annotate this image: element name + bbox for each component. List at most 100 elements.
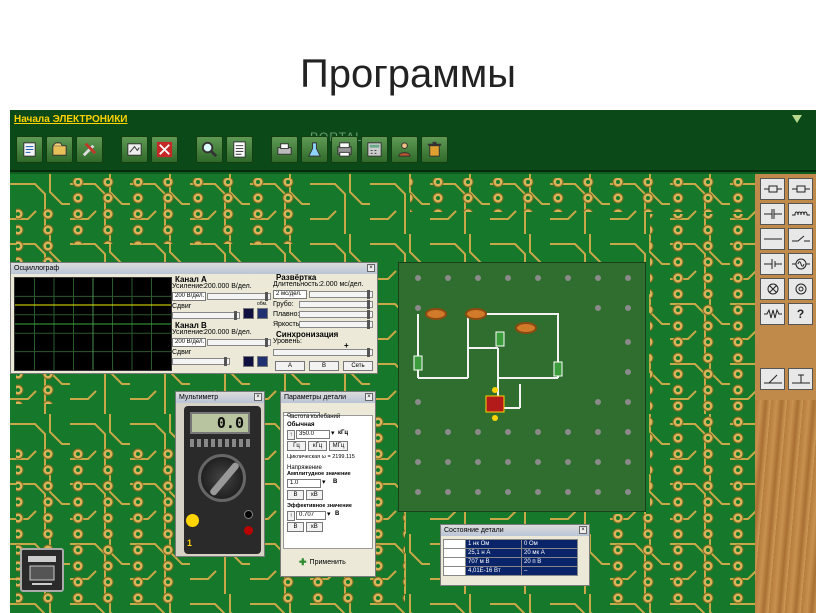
- close-icon[interactable]: ×: [254, 393, 262, 401]
- delete-button[interactable]: [151, 136, 178, 163]
- channel-b-gain-select[interactable]: 200 В/дел.: [172, 338, 206, 347]
- sync-level-slider[interactable]: [273, 348, 373, 357]
- table-row[interactable]: 4,01Е-16 Вт –: [443, 566, 578, 576]
- eff-input[interactable]: 0.707: [296, 511, 326, 520]
- resistor-tool[interactable]: [760, 178, 785, 200]
- channel-a-gain-slider[interactable]: [207, 292, 271, 301]
- zoom-icon: [201, 141, 218, 158]
- table-row[interactable]: 707 м В 20 п В: [443, 557, 578, 567]
- range-dial[interactable]: [198, 454, 246, 502]
- table-row[interactable]: 25,1 н А 20 мк А: [443, 548, 578, 558]
- breadboard[interactable]: [398, 262, 646, 512]
- eff-volt-button[interactable]: В: [287, 522, 304, 532]
- freq-input[interactable]: 350.0: [296, 430, 330, 439]
- lamp-tool[interactable]: [760, 278, 785, 300]
- amp-input[interactable]: 1.0: [287, 479, 321, 488]
- sweep-fine-slider[interactable]: [299, 310, 373, 319]
- unit-mhz-button[interactable]: МГц: [329, 441, 348, 451]
- transistor-tool[interactable]: [788, 368, 813, 390]
- multimeter-titlebar[interactable]: Мультиметр ×: [176, 392, 264, 403]
- sweep-slider[interactable]: [309, 290, 373, 299]
- amp-dropdown-icon[interactable]: ▾: [322, 478, 326, 486]
- channel-a-color[interactable]: [243, 308, 254, 319]
- help-icon: ?: [796, 307, 805, 321]
- close-icon[interactable]: ×: [365, 393, 373, 401]
- capacitor-tool[interactable]: [760, 203, 785, 225]
- range-knob[interactable]: [208, 461, 241, 497]
- new-button[interactable]: [16, 136, 43, 163]
- printer-button[interactable]: [331, 136, 358, 163]
- generator-tool[interactable]: [788, 253, 813, 275]
- print-button[interactable]: [271, 136, 298, 163]
- eff-kilovolt-button[interactable]: кВ: [306, 522, 323, 532]
- channel-a-button[interactable]: A: [275, 361, 305, 371]
- freq-group-label: Частота колебаний: [287, 414, 341, 420]
- grid-button[interactable]: Сеть: [343, 361, 373, 371]
- meter-icon: [127, 143, 142, 156]
- sweep-select[interactable]: 2 мс/дел.: [273, 290, 307, 299]
- state-titlebar[interactable]: Состояние детали ×: [441, 525, 589, 536]
- zoom-button[interactable]: [196, 136, 223, 163]
- coil-tool[interactable]: [788, 203, 813, 225]
- wire-tool[interactable]: [760, 228, 785, 250]
- eff-dropdown-icon[interactable]: ▾: [327, 510, 331, 518]
- brightness-slider[interactable]: [299, 320, 373, 329]
- calculator-button[interactable]: [361, 136, 388, 163]
- sweep-duration-value: 2.000 мс/дел.: [320, 281, 364, 288]
- teacher-button[interactable]: [391, 136, 418, 163]
- channel-b-color[interactable]: [243, 356, 254, 367]
- multimeter-body: 0.0 1: [184, 406, 261, 554]
- state-window[interactable]: Состояние детали × 1 нк Ом 0 Ом 25,1 н А 20…: [440, 524, 590, 586]
- channel-b-button[interactable]: B: [309, 361, 339, 371]
- lab-button[interactable]: [301, 136, 328, 163]
- notes-button[interactable]: [226, 136, 253, 163]
- resistor2-tool[interactable]: [788, 178, 813, 200]
- amp-kilovolt-button[interactable]: кВ: [306, 490, 323, 500]
- close-icon[interactable]: ×: [579, 526, 587, 534]
- eff-up-button[interactable]: ↑: [287, 511, 295, 521]
- freq-up-button[interactable]: ↑: [287, 430, 295, 440]
- apply-label: Применить: [309, 558, 346, 566]
- spiral-icon: [795, 283, 806, 295]
- channel-b-offset-slider[interactable]: [172, 357, 230, 366]
- oscilloscope-titlebar[interactable]: Осциллограф ×: [11, 263, 377, 274]
- unit-khz-button[interactable]: кГц: [308, 441, 327, 451]
- wire-icon: [763, 238, 782, 240]
- oscilloscope-title: Осциллограф: [14, 265, 60, 272]
- variable-resistor-tool[interactable]: [760, 303, 785, 325]
- channel-b-swap[interactable]: [257, 356, 268, 367]
- unit-hz-button[interactable]: Гц: [287, 441, 306, 451]
- sweep-coarse-slider[interactable]: [299, 300, 373, 309]
- ammeter-tool[interactable]: [788, 278, 813, 300]
- help-button[interactable]: ?: [788, 303, 813, 325]
- channel-a-gain-select[interactable]: 200 В/дел.: [172, 292, 206, 301]
- battery-tool[interactable]: [760, 253, 785, 275]
- oscilloscope-window[interactable]: Осциллограф × Канал А Усиление: 200.000 В…: [10, 262, 378, 374]
- amp-volt-button[interactable]: В: [287, 490, 304, 500]
- multimeter-window[interactable]: Мультиметр × 0.0 1: [175, 391, 265, 557]
- switch-tool[interactable]: [788, 228, 813, 250]
- toolbar-gap: [181, 136, 193, 166]
- port-black-icon[interactable]: [244, 510, 253, 519]
- console-button[interactable]: [20, 548, 64, 592]
- freq-dropdown-icon[interactable]: ▾: [331, 429, 335, 437]
- tools-button[interactable]: [76, 136, 103, 163]
- open-button[interactable]: [46, 136, 73, 163]
- app-title[interactable]: Начала ЭЛЕКТРОНИКИ: [14, 114, 128, 125]
- channel-b-gain-slider[interactable]: [207, 338, 271, 347]
- swap-button[interactable]: [257, 308, 268, 319]
- workspace-board[interactable]: [10, 174, 755, 613]
- apply-button[interactable]: ✚ Применить: [299, 555, 361, 569]
- amp-unit: В: [333, 479, 338, 485]
- params-titlebar[interactable]: Параметры детали ×: [281, 392, 375, 403]
- channel-a-offset-slider[interactable]: [172, 311, 240, 320]
- meter-button[interactable]: [121, 136, 148, 163]
- port-red-icon[interactable]: [244, 526, 253, 535]
- table-row[interactable]: 1 нк Ом 0 Ом: [443, 539, 578, 549]
- collapse-icon[interactable]: [792, 115, 802, 123]
- params-window[interactable]: Параметры детали× Генератор Частота коле…: [280, 391, 376, 577]
- sync-level-label: Уровень:: [273, 338, 302, 345]
- trash-button[interactable]: [421, 136, 448, 163]
- diode-tool[interactable]: [760, 368, 785, 390]
- close-icon[interactable]: ×: [367, 264, 375, 272]
